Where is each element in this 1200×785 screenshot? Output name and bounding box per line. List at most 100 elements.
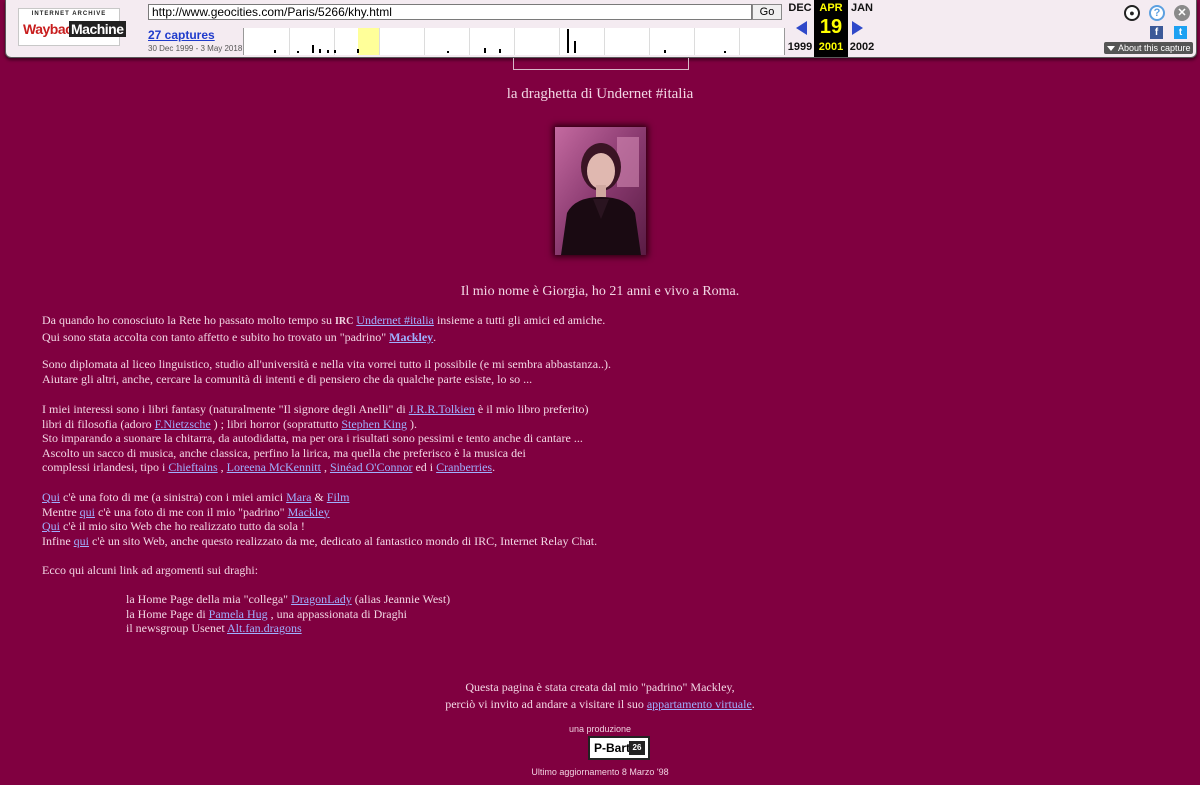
sparkline-year-separator bbox=[424, 28, 425, 55]
sparkline-bar[interactable] bbox=[274, 50, 276, 53]
user-icon[interactable]: ● bbox=[1124, 5, 1140, 21]
link-mara[interactable]: Mara bbox=[286, 490, 311, 504]
sparkline-bar[interactable] bbox=[327, 50, 329, 53]
text: , bbox=[217, 460, 227, 475]
sparkline-bar[interactable] bbox=[724, 51, 726, 53]
text: la Home Page di bbox=[126, 606, 209, 621]
text: insieme a tutti gli amici ed amiche. bbox=[433, 313, 606, 327]
text: c'è una foto di me (a sinistra) con i mi… bbox=[60, 490, 287, 504]
text: c'è il mio sito Web che ho realizzato tu… bbox=[60, 519, 305, 534]
dragon-links-list: la Home Page della mia "collega" DragonL… bbox=[126, 592, 450, 636]
link-stephen-king[interactable]: Stephen King bbox=[341, 417, 407, 431]
current-capture-date: APR 19 2001 bbox=[814, 0, 848, 57]
text: Sto imparando a suonare la chitarra, da … bbox=[42, 431, 583, 446]
sparkline-bar[interactable] bbox=[357, 49, 359, 53]
link-mackley[interactable]: Mackley bbox=[389, 330, 433, 344]
text: Aiutare gli altri, anche, cercare la com… bbox=[42, 371, 533, 386]
link-alt-fan-dragons[interactable]: Alt.fan.dragons bbox=[227, 621, 302, 635]
link-nietzsche[interactable]: F.Nietzsche bbox=[155, 417, 211, 431]
next-month-label[interactable]: JAN bbox=[846, 2, 878, 14]
link-qui-website[interactable]: Qui bbox=[42, 519, 60, 533]
prev-capture-arrow-icon[interactable] bbox=[796, 21, 807, 35]
sparkline-bar[interactable] bbox=[297, 51, 299, 53]
text: il newsgroup Usenet bbox=[126, 621, 227, 636]
intro-text: Il mio nome è Giorgia, ho 21 anni e vivo… bbox=[460, 284, 740, 299]
link-pamela-hug[interactable]: Pamela Hug bbox=[209, 607, 268, 621]
link-sinead-oconnor[interactable]: Sinéad O'Connor bbox=[330, 460, 413, 474]
text: c'è un sito Web, anche questo realizzato… bbox=[89, 533, 598, 548]
text: . bbox=[433, 329, 437, 344]
link-appartamento-virtuale[interactable]: appartamento virtuale bbox=[647, 697, 752, 711]
pbart-text: P-Bart bbox=[594, 741, 631, 755]
url-input[interactable] bbox=[148, 4, 752, 20]
sparkline-bar[interactable] bbox=[319, 49, 321, 53]
sparkline-bar[interactable] bbox=[499, 49, 501, 53]
sparkline-bar[interactable] bbox=[567, 29, 569, 53]
capture-sparkline[interactable] bbox=[243, 28, 785, 55]
portrait-photo bbox=[555, 127, 646, 255]
facebook-icon[interactable]: f bbox=[1150, 26, 1163, 39]
portrait-image bbox=[555, 127, 646, 255]
wayback-logo[interactable]: INTERNET ARCHIVE Wayback Machine bbox=[18, 8, 126, 46]
link-loreena-mckennitt[interactable]: Loreena McKennitt bbox=[227, 460, 321, 474]
text: . bbox=[492, 460, 496, 475]
text: , bbox=[320, 460, 330, 475]
twitter-icon[interactable]: t bbox=[1174, 26, 1187, 39]
close-icon[interactable]: ✕ bbox=[1174, 5, 1190, 21]
sparkline-year-separator bbox=[514, 28, 515, 55]
text: , una appassionata di Draghi bbox=[267, 606, 407, 621]
sparkline-year-separator bbox=[559, 28, 560, 55]
logo-machine: Machine bbox=[69, 21, 126, 37]
text: Ascolto un sacco di musica, anche classi… bbox=[42, 445, 526, 460]
link-tolkien[interactable]: J.R.R.Tolkien bbox=[409, 402, 475, 416]
link-cranberries[interactable]: Cranberries bbox=[436, 460, 492, 474]
sparkline-bar[interactable] bbox=[484, 48, 486, 53]
link-qui-irc-site[interactable]: qui bbox=[74, 534, 89, 548]
next-capture-arrow-icon[interactable] bbox=[852, 21, 863, 35]
pbart-logo[interactable]: P-Bart 26 bbox=[588, 736, 650, 760]
current-day: 19 bbox=[819, 16, 843, 38]
paragraph-irc: Da quando ho conosciuto la Rete ho passa… bbox=[42, 313, 605, 344]
sparkline-bar[interactable] bbox=[574, 41, 576, 53]
captures-link[interactable]: 27 captures bbox=[148, 28, 215, 42]
help-icon[interactable]: ? bbox=[1149, 5, 1165, 21]
link-dragonlady[interactable]: DragonLady bbox=[291, 592, 352, 606]
text: ). bbox=[406, 416, 417, 431]
text: . bbox=[751, 697, 755, 711]
text: c'è una foto di me con il mio "padrino" bbox=[95, 504, 288, 519]
prev-month-label[interactable]: DEC bbox=[784, 2, 816, 14]
logo-internet-archive: INTERNET ARCHIVE bbox=[31, 11, 107, 17]
go-button[interactable]: Go bbox=[752, 4, 782, 20]
text: ) ; libri horror (soprattutto bbox=[210, 416, 342, 431]
page-title: la draghetta di Undernet #italia bbox=[506, 86, 694, 102]
sparkline-bar[interactable] bbox=[447, 51, 449, 53]
link-qui-photo-padrino[interactable]: qui bbox=[80, 505, 95, 519]
text: I miei interessi sono i libri fantasy (n… bbox=[42, 402, 409, 416]
sparkline-bar[interactable] bbox=[664, 50, 666, 53]
text: complessi irlandesi, tipo i bbox=[42, 460, 169, 475]
prev-year-label[interactable]: 1999 bbox=[784, 41, 816, 53]
text: Da quando ho conosciuto la Rete ho passa… bbox=[42, 313, 335, 327]
chevron-down-icon bbox=[1107, 46, 1115, 52]
dragons-heading: Ecco qui alcuni link ad argomenti sui dr… bbox=[42, 563, 259, 577]
link-qui-photo-friends[interactable]: Qui bbox=[42, 490, 60, 504]
production-label: una produzione bbox=[568, 724, 632, 734]
sparkline-year-separator bbox=[379, 28, 380, 55]
text: Qui sono stata accolta con tanto affetto… bbox=[42, 329, 390, 344]
sparkline-bar[interactable] bbox=[334, 50, 336, 53]
link-mackley-2[interactable]: Mackley bbox=[288, 505, 330, 519]
paragraph-interests: I miei interessi sono i libri fantasy (n… bbox=[42, 402, 589, 475]
sparkline-bar[interactable] bbox=[312, 45, 314, 53]
link-undernet-italia[interactable]: Undernet #italia bbox=[356, 313, 434, 327]
capture-date-range: 30 Dec 1999 - 3 May 2018 bbox=[148, 44, 243, 53]
sparkline-year-separator bbox=[739, 28, 740, 55]
link-film[interactable]: Film bbox=[327, 490, 350, 504]
next-year-label[interactable]: 2002 bbox=[846, 41, 878, 53]
sparkline-year-separator bbox=[289, 28, 290, 55]
link-chieftains[interactable]: Chieftains bbox=[168, 460, 217, 474]
about-capture-label: About this capture bbox=[1118, 43, 1191, 53]
sparkline-highlight bbox=[358, 28, 380, 55]
pbart-badge: 26 bbox=[629, 741, 645, 755]
about-capture-button[interactable]: About this capture bbox=[1104, 42, 1193, 54]
text: libri di filosofia (adoro bbox=[42, 416, 155, 431]
